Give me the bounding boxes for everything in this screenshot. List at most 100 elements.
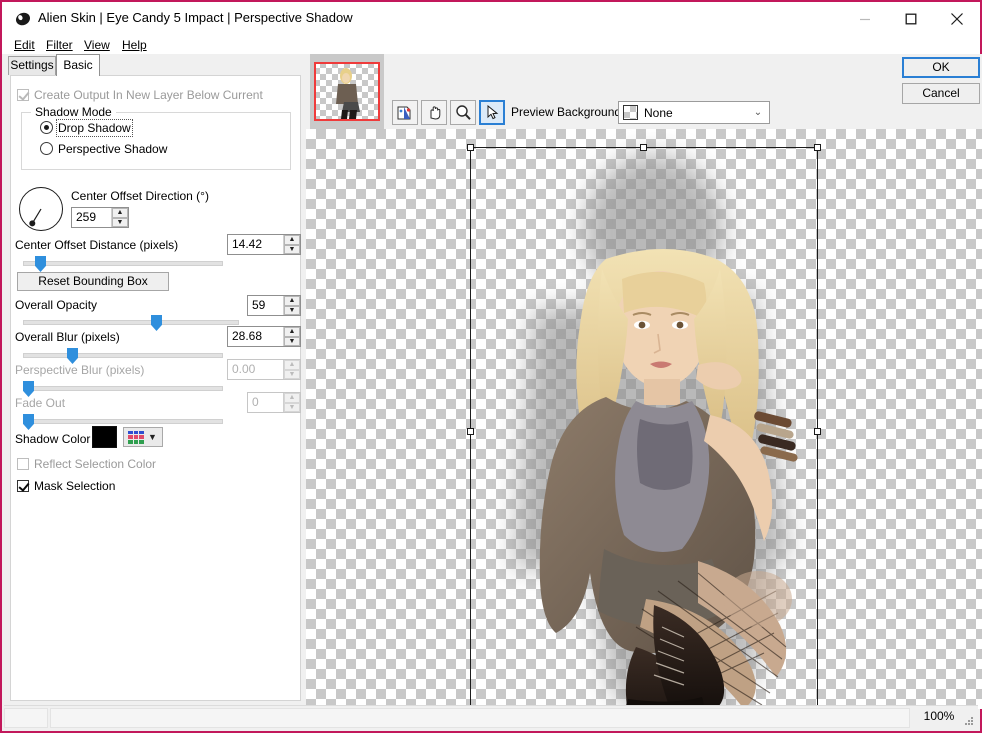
mask-selection-checkbox-box: [17, 480, 29, 492]
radio-perspective-shadow[interactable]: Perspective Shadow: [40, 142, 167, 156]
mask-selection-checkbox[interactable]: Mask Selection: [17, 479, 115, 493]
mask-selection-label: Mask Selection: [34, 479, 116, 493]
pan-hand-tool[interactable]: [421, 100, 447, 125]
alien-skin-logo-icon: [14, 10, 32, 28]
preview-background-select[interactable]: None ⌄: [618, 101, 770, 124]
selection-bounding-box[interactable]: [470, 147, 818, 709]
chevron-down-icon[interactable]: ⌄: [751, 107, 765, 118]
stepper-up-icon[interactable]: ▲: [284, 327, 300, 337]
transparency-checker-icon: [623, 105, 638, 120]
close-icon[interactable]: [934, 2, 980, 36]
stepper-up-icon[interactable]: ▲: [112, 208, 128, 218]
application-window: Alien Skin | Eye Candy 5 Impact | Perspe…: [0, 0, 982, 733]
perspective-blur-value: 0.00: [232, 362, 256, 376]
menu-item-filter-label: Filter: [46, 38, 73, 52]
radio-drop-shadow[interactable]: Drop Shadow: [40, 119, 133, 137]
slider-thumb[interactable]: [35, 256, 46, 272]
menu-item-help[interactable]: Help: [116, 37, 153, 53]
menu-item-edit[interactable]: Edit: [8, 37, 41, 53]
status-zoom-level: 100%: [923, 709, 955, 723]
fade-out-stepper: ▲ ▼: [283, 393, 300, 412]
tab-settings[interactable]: Settings: [8, 56, 56, 75]
center-offset-direction-value: 259: [76, 210, 97, 224]
navigator-thumbnail[interactable]: [310, 54, 384, 129]
overall-blur-label: Overall Blur (pixels): [15, 330, 120, 344]
overall-blur-value: 28.68: [232, 329, 263, 343]
center-offset-distance-slider[interactable]: [23, 256, 223, 272]
bbox-handle-top-center[interactable]: [640, 144, 647, 151]
reflect-selection-color-checkbox-box: [17, 458, 29, 470]
slider-thumb[interactable]: [67, 348, 78, 364]
shadow-color-swatch[interactable]: [92, 426, 117, 448]
radio-drop-shadow-label: Drop Shadow: [56, 119, 133, 137]
overall-opacity-slider[interactable]: [23, 315, 239, 331]
center-offset-direction-dial[interactable]: [19, 187, 63, 231]
slider-thumb[interactable]: [151, 315, 162, 331]
menu-item-view-label: View: [84, 38, 110, 52]
slider-track: [23, 419, 223, 424]
fade-out-input: 0 ▲ ▼: [247, 392, 301, 413]
shadow-color-label: Shadow Color: [15, 432, 91, 446]
center-offset-direction-stepper[interactable]: ▲ ▼: [111, 208, 128, 227]
shadow-mode-group: Shadow Mode Drop Shadow Perspective Shad…: [21, 105, 291, 170]
cancel-button-label: Cancel: [922, 86, 960, 100]
bbox-handle-top-right[interactable]: [814, 144, 821, 151]
select-arrow-tool[interactable]: [479, 100, 505, 125]
ok-button-label: OK: [932, 60, 950, 74]
tab-strip: Settings Basic: [4, 54, 306, 76]
navigator-view-rectangle[interactable]: [314, 62, 380, 121]
stepper-up-icon[interactable]: ▲: [284, 296, 300, 306]
menu-item-help-label: Help: [122, 38, 147, 52]
overall-blur-input[interactable]: 28.68 ▲ ▼: [227, 326, 301, 347]
center-offset-direction-input[interactable]: 259 ▲ ▼: [71, 207, 129, 228]
stepper-down-icon[interactable]: ▼: [112, 217, 128, 227]
center-offset-distance-input[interactable]: 14.42 ▲ ▼: [227, 234, 301, 255]
window-title: Alien Skin | Eye Candy 5 Impact | Perspe…: [38, 10, 353, 25]
preview-compare-tool[interactable]: [392, 100, 418, 125]
slider-track: [23, 353, 223, 358]
radio-perspective-shadow-button: [40, 142, 53, 155]
preview-canvas[interactable]: [306, 129, 982, 709]
overall-blur-stepper[interactable]: ▲ ▼: [283, 327, 300, 346]
cancel-button[interactable]: Cancel: [902, 83, 980, 104]
maximize-icon[interactable]: [888, 2, 934, 36]
preview-background-value: None: [644, 105, 673, 120]
perspective-blur-slider: [23, 381, 223, 397]
resize-grip-icon[interactable]: [962, 714, 974, 726]
status-cell-message: [50, 708, 910, 728]
stepper-down-icon[interactable]: ▼: [284, 244, 300, 254]
menu-item-view[interactable]: View: [78, 37, 116, 53]
menu-item-filter[interactable]: Filter: [40, 37, 79, 53]
minimize-icon[interactable]: [842, 2, 888, 36]
title-bar: Alien Skin | Eye Candy 5 Impact | Perspe…: [2, 2, 980, 36]
status-cell-left: [4, 708, 48, 728]
slider-track: [23, 320, 239, 325]
stepper-up-icon: ▲: [284, 393, 300, 403]
overall-opacity-stepper[interactable]: ▲ ▼: [283, 296, 300, 315]
basic-tab-panel: Create Output In New Layer Below Current…: [10, 75, 301, 701]
menu-bar: Edit Filter View Help: [2, 36, 980, 54]
bbox-handle-middle-left[interactable]: [467, 428, 474, 435]
reset-bounding-box-button[interactable]: Reset Bounding Box: [17, 272, 169, 291]
stepper-down-icon[interactable]: ▼: [284, 336, 300, 346]
reset-bounding-box-label: Reset Bounding Box: [38, 274, 148, 288]
fade-out-label: Fade Out: [15, 396, 66, 410]
bbox-handle-middle-right[interactable]: [814, 428, 821, 435]
stepper-down-icon: ▼: [284, 402, 300, 412]
create-output-checkbox-box: [17, 89, 29, 101]
status-bar: 100%: [4, 705, 978, 729]
stepper-down-icon[interactable]: ▼: [284, 305, 300, 315]
radio-drop-shadow-button: [40, 121, 53, 134]
center-offset-distance-stepper[interactable]: ▲ ▼: [283, 235, 300, 254]
radio-perspective-shadow-label: Perspective Shadow: [58, 142, 168, 156]
ok-button[interactable]: OK: [902, 57, 980, 78]
tab-basic[interactable]: Basic: [56, 54, 100, 76]
overall-blur-slider[interactable]: [23, 348, 223, 364]
shadow-color-picker-button[interactable]: ▼: [123, 427, 163, 447]
overall-opacity-input[interactable]: 59 ▲ ▼: [247, 295, 301, 316]
perspective-blur-input: 0.00 ▲ ▼: [227, 359, 301, 380]
reflect-selection-color-checkbox: Reflect Selection Color: [17, 457, 156, 471]
stepper-up-icon[interactable]: ▲: [284, 235, 300, 245]
bbox-handle-top-left[interactable]: [467, 144, 474, 151]
zoom-tool[interactable]: [450, 100, 476, 125]
